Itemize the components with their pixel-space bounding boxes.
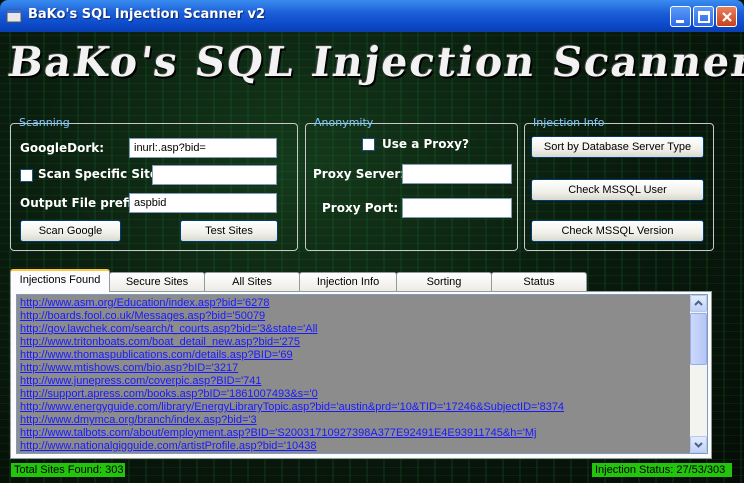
- scroll-up-button[interactable]: [690, 295, 707, 312]
- title-bar[interactable]: BaKo's SQL Injection Scanner v2: [0, 0, 744, 32]
- sort-by-db-type-button[interactable]: Sort by Database Server Type: [531, 136, 704, 158]
- arrow-down-icon: [694, 442, 703, 448]
- list-item[interactable]: http://support.apress.com/books.asp?bID=…: [17, 388, 707, 401]
- use-proxy-label: Use a Proxy?: [382, 137, 469, 151]
- list-item[interactable]: http://www.tritonboats.com/boat_detail_n…: [17, 336, 707, 349]
- output-prefix-input[interactable]: [129, 193, 277, 213]
- tab-all-sites[interactable]: All Sites: [204, 272, 300, 291]
- scan-specific-site-label: Scan Specific Site:: [38, 167, 163, 181]
- banner-logo: BaKo's SQL Injection Scanner v2: [4, 38, 744, 86]
- tab-status[interactable]: Status: [491, 272, 587, 291]
- scan-specific-site-checkbox[interactable]: [20, 169, 33, 182]
- specific-site-input[interactable]: [152, 165, 277, 185]
- proxy-port-label: Proxy Port:: [322, 201, 399, 215]
- proxy-server-input[interactable]: [402, 164, 512, 184]
- tab-sorting[interactable]: Sorting: [396, 272, 492, 291]
- anonymity-legend: Anonymity: [314, 116, 374, 129]
- injection-status: Injection Status: 27/53/303: [592, 463, 732, 477]
- minimize-icon: [676, 20, 684, 23]
- check-mssql-user-button[interactable]: Check MSSQL User: [531, 179, 704, 201]
- tab-injection-info[interactable]: Injection Info: [299, 272, 397, 291]
- proxy-port-input[interactable]: [402, 198, 512, 218]
- use-proxy-checkbox[interactable]: [362, 138, 375, 151]
- scan-google-button[interactable]: Scan Google: [20, 220, 121, 242]
- scanning-legend: Scanning: [19, 116, 70, 129]
- test-sites-button[interactable]: Test Sites: [180, 220, 278, 242]
- list-item[interactable]: http://boards.fool.co.uk/Messages.asp?bi…: [17, 310, 707, 323]
- list-item[interactable]: http://www.energyguide.com/library/Energ…: [17, 401, 707, 414]
- close-button[interactable]: [716, 6, 737, 27]
- app-window: BaKo's SQL Injection Scanner v2 BaKo's S…: [0, 0, 744, 483]
- list-item[interactable]: http://www.junepress.com/coverpic.asp?BI…: [17, 375, 707, 388]
- tab-injections-found[interactable]: Injections Found: [10, 269, 110, 292]
- proxy-server-label: Proxy Server:: [313, 167, 406, 181]
- app-icon: [6, 9, 22, 23]
- googledork-input[interactable]: [129, 138, 277, 158]
- minimize-button[interactable]: [670, 6, 691, 27]
- maximize-button[interactable]: [693, 6, 714, 27]
- window-title: BaKo's SQL Injection Scanner v2: [28, 7, 266, 22]
- list-item[interactable]: http://www.thomaspublications.com/detail…: [17, 349, 707, 362]
- list-item[interactable]: http://www.dmymca.org/branch/index.asp?b…: [17, 414, 707, 427]
- list-item[interactable]: http://gov.lawchek.com/search/t_courts.a…: [17, 323, 707, 336]
- check-mssql-version-button[interactable]: Check MSSQL Version: [531, 220, 704, 242]
- list-item[interactable]: http://www.mtishows.com/bio.asp?bID='321…: [17, 362, 707, 375]
- scroll-down-button[interactable]: [690, 436, 707, 453]
- results-list[interactable]: http://www.asm.org/Education/index.asp?b…: [16, 294, 708, 454]
- list-item[interactable]: http://www.talbots.com/about/employment.…: [17, 427, 707, 440]
- injection-info-legend: Injection Info: [533, 116, 605, 129]
- arrow-up-icon: [694, 300, 703, 306]
- list-item[interactable]: http://www.nationalgigguide.com/artistPr…: [17, 440, 707, 453]
- googledork-label: GoogleDork:: [20, 141, 105, 155]
- total-sites-status: Total Sites Found: 303: [11, 463, 125, 477]
- tab-secure-sites[interactable]: Secure Sites: [109, 272, 205, 291]
- maximize-icon: [698, 11, 710, 23]
- scroll-thumb[interactable]: [690, 313, 707, 365]
- close-icon: [722, 12, 732, 22]
- list-item[interactable]: http://www.asm.org/Education/index.asp?b…: [17, 297, 707, 310]
- vertical-scrollbar[interactable]: [690, 295, 707, 453]
- output-prefix-label: Output File prefix:: [20, 196, 145, 210]
